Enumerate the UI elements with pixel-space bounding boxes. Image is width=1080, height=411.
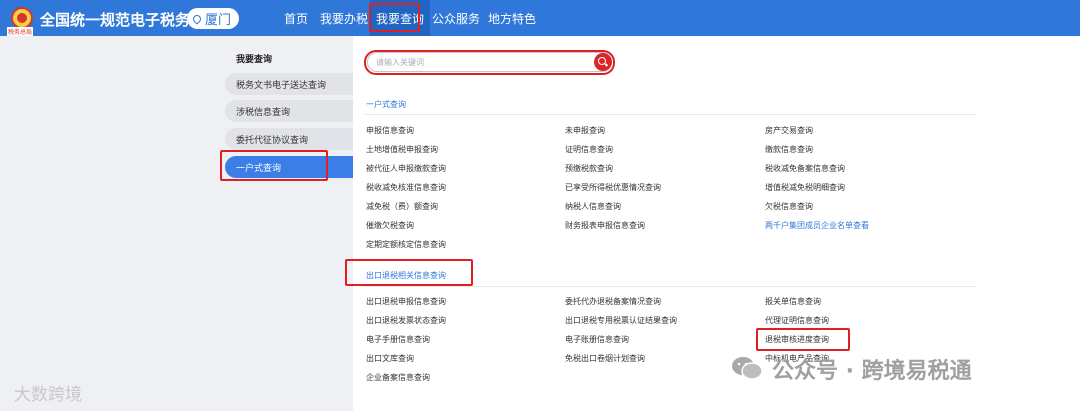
nav-public-service[interactable]: 公众服务 <box>432 0 480 36</box>
query-link[interactable]: 已享受所得税优惠情况查询 <box>565 182 661 193</box>
query-link[interactable]: 税收减免核准信息查询 <box>366 182 446 193</box>
nav-handle-tax[interactable]: 我要办税 <box>320 0 368 36</box>
query-link[interactable]: 委托代办退税备案情况查询 <box>565 296 661 307</box>
query-link[interactable]: 催缴欠税查询 <box>366 220 414 231</box>
query-link[interactable]: 出口文库查询 <box>366 353 414 364</box>
query-link[interactable]: 定期定额核定信息查询 <box>366 239 446 250</box>
query-link[interactable]: 预缴税款查询 <box>565 163 613 174</box>
query-link-group-members[interactable]: 两千户集团成员企业名单查看 <box>765 220 869 231</box>
search-input[interactable]: 请输入关键词 <box>367 52 612 72</box>
query-link[interactable]: 未申报查询 <box>565 125 605 136</box>
nav-home[interactable]: 首页 <box>284 0 308 36</box>
query-link[interactable]: 纳税人信息查询 <box>565 201 621 212</box>
divider <box>365 286 977 287</box>
query-link[interactable]: 缴款信息查询 <box>765 144 813 155</box>
city-selector[interactable]: 厦门 <box>187 8 239 29</box>
top-nav-bar: 税务总局 全国统一规范电子税务局 厦门 首页 我要办税 我要查询 公众服务 地方… <box>0 0 1080 36</box>
query-link[interactable]: 欠税信息查询 <box>765 201 813 212</box>
site-title[interactable]: 全国统一规范电子税务局 <box>40 9 205 30</box>
query-link[interactable]: 房产交易查询 <box>765 125 813 136</box>
city-label: 厦门 <box>205 13 232 28</box>
wechat-icon <box>732 357 763 380</box>
query-link[interactable]: 出口退税申报信息查询 <box>366 296 446 307</box>
sidebar-item-tax-info[interactable]: 涉税信息查询 <box>225 100 353 122</box>
tax-bureau-emblem-icon <box>11 7 33 29</box>
query-link[interactable]: 被代征人申报缴款查询 <box>366 163 446 174</box>
query-link[interactable]: 减免税（费）额查询 <box>366 201 438 212</box>
query-link[interactable]: 企业备案信息查询 <box>366 372 430 383</box>
location-pin-icon <box>191 12 203 25</box>
watermark-right: 公众号 · 跨境易税通 <box>772 359 972 384</box>
sidebar-title: 我要查询 <box>236 55 273 65</box>
query-link[interactable]: 免税出口卷烟计划查询 <box>565 353 645 364</box>
query-link[interactable]: 财务报表申报信息查询 <box>565 220 645 231</box>
query-link[interactable]: 土地增值税申报查询 <box>366 144 438 155</box>
query-link[interactable]: 申报信息查询 <box>366 125 414 136</box>
query-link[interactable]: 出口退税专用税票认证结果查询 <box>565 315 677 326</box>
query-link-refund-progress[interactable]: 退税审核进度查询 <box>765 334 829 345</box>
section-title-export-refund: 出口退税相关信息查询 <box>366 271 446 280</box>
query-link[interactable]: 报关单信息查询 <box>765 296 821 307</box>
query-link[interactable]: 代理证明信息查询 <box>765 315 829 326</box>
query-link[interactable]: 出口退税发票状态查询 <box>366 315 446 326</box>
sidebar-item-entrusted-agreement[interactable]: 委托代征协议查询 <box>225 128 353 150</box>
search-icon[interactable] <box>594 53 612 71</box>
nav-query[interactable]: 我要查询 <box>370 0 431 36</box>
sidebar-item-document-delivery[interactable]: 税务文书电子送达查询 <box>225 73 353 95</box>
section-title-one-stop: 一户式查询 <box>366 100 406 109</box>
query-link[interactable]: 增值税减免税明细查询 <box>765 182 845 193</box>
watermark-left: 大数跨境 <box>14 385 82 405</box>
emblem-caption: 税务总局 <box>7 27 34 36</box>
query-link[interactable]: 证明信息查询 <box>565 144 613 155</box>
query-link[interactable]: 税收减免备案信息查询 <box>765 163 845 174</box>
query-link[interactable]: 电子账册信息查询 <box>565 334 629 345</box>
sidebar-item-one-stop-query[interactable]: 一户式查询 <box>225 156 353 178</box>
nav-local-features[interactable]: 地方特色 <box>488 0 536 36</box>
divider <box>365 114 977 115</box>
query-link[interactable]: 电子手册信息查询 <box>366 334 430 345</box>
